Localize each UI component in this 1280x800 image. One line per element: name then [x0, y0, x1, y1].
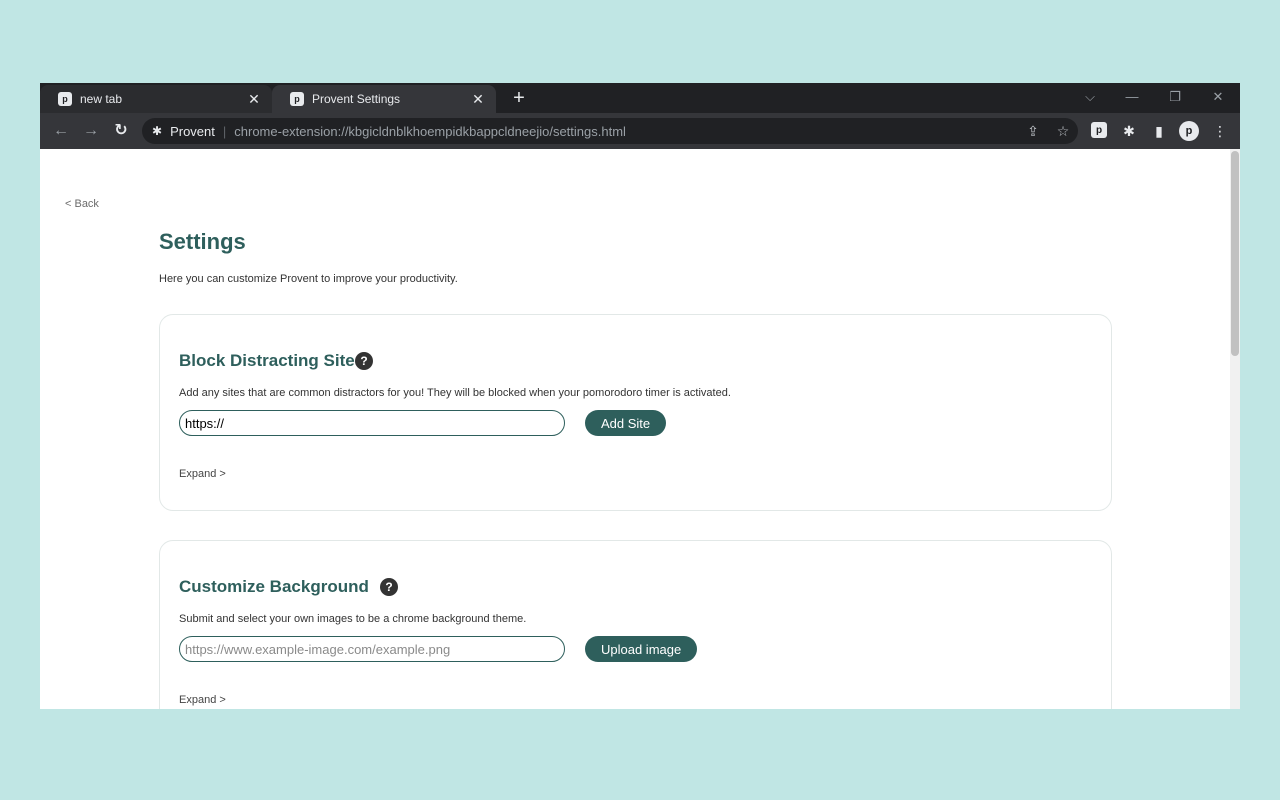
side-panel-icon[interactable]: ▮	[1150, 122, 1168, 140]
provent-extension-icon[interactable]: p	[1091, 122, 1107, 138]
site-url-input[interactable]	[179, 410, 565, 436]
tab-provent-settings[interactable]: p Provent Settings ✕	[272, 85, 496, 113]
tab-title: Provent Settings	[312, 92, 401, 106]
puzzle-icon: ✱	[152, 124, 163, 138]
page-title: Settings	[159, 229, 246, 254]
block-sites-card: Block Distracting Sites ? Add any sites …	[159, 314, 1112, 511]
tab-new-tab[interactable]: p new tab ✕	[40, 85, 272, 113]
page-scrollbar[interactable]	[1230, 149, 1240, 709]
tab-search-icon[interactable]: ⌵	[1080, 89, 1100, 105]
upload-image-button[interactable]: Upload image	[585, 636, 698, 662]
provent-favicon-icon: p	[58, 92, 72, 106]
expand-link[interactable]: Expand >	[179, 468, 226, 480]
window-close-icon[interactable]: ✕	[1208, 89, 1228, 105]
card-description: Submit and select your own images to be …	[179, 613, 527, 625]
provent-favicon-icon: p	[290, 92, 304, 106]
bookmark-star-icon[interactable]: ☆	[1054, 123, 1072, 140]
site-name: Provent	[170, 123, 215, 139]
browser-toolbar: ← → ↻ ✱ Provent | chrome-extension://kbg…	[40, 113, 1240, 149]
browser-window: p new tab ✕ p Provent Settings ✕ + ⌵ — ❐…	[40, 83, 1240, 709]
address-bar[interactable]: ✱ Provent | chrome-extension://kbgicldnb…	[142, 118, 1078, 144]
tab-strip: p new tab ✕ p Provent Settings ✕ + ⌵ — ❐…	[40, 83, 1240, 113]
customize-background-card: Customize Background ? Submit and select…	[159, 540, 1112, 709]
expand-link[interactable]: Expand >	[179, 694, 226, 706]
settings-page: < Back Settings Here you can customize P…	[40, 149, 1230, 709]
scrollbar-thumb[interactable]	[1231, 151, 1239, 356]
minimize-icon[interactable]: —	[1122, 89, 1142, 104]
back-link[interactable]: < Back	[65, 198, 99, 210]
card-title: Block Distracting Sites	[179, 351, 365, 370]
help-icon[interactable]: ?	[380, 578, 398, 596]
add-site-button[interactable]: Add Site	[585, 410, 667, 436]
url-text: chrome-extension://kbgicldnblkhoempidkba…	[234, 123, 626, 139]
reload-icon[interactable]: ↻	[111, 121, 131, 141]
restore-icon[interactable]: ❐	[1165, 89, 1185, 105]
help-icon[interactable]: ?	[355, 352, 373, 370]
share-icon[interactable]: ⇪	[1024, 123, 1042, 140]
close-icon[interactable]: ✕	[246, 91, 262, 108]
page-subtitle: Here you can customize Provent to improv…	[159, 273, 458, 285]
card-title: Customize Background	[179, 577, 369, 596]
image-url-input[interactable]	[179, 636, 565, 662]
url-separator: |	[222, 123, 227, 139]
tab-title: new tab	[80, 92, 123, 106]
back-arrow-icon[interactable]: ←	[51, 121, 71, 141]
extensions-puzzle-icon[interactable]: ✱	[1120, 122, 1138, 140]
menu-kebab-icon[interactable]: ⋮	[1211, 122, 1229, 140]
forward-arrow-icon[interactable]: →	[81, 121, 101, 141]
close-icon[interactable]: ✕	[470, 91, 486, 108]
profile-avatar-icon[interactable]: p	[1179, 121, 1199, 141]
card-description: Add any sites that are common distractor…	[179, 387, 731, 399]
new-tab-button[interactable]: +	[508, 87, 530, 109]
